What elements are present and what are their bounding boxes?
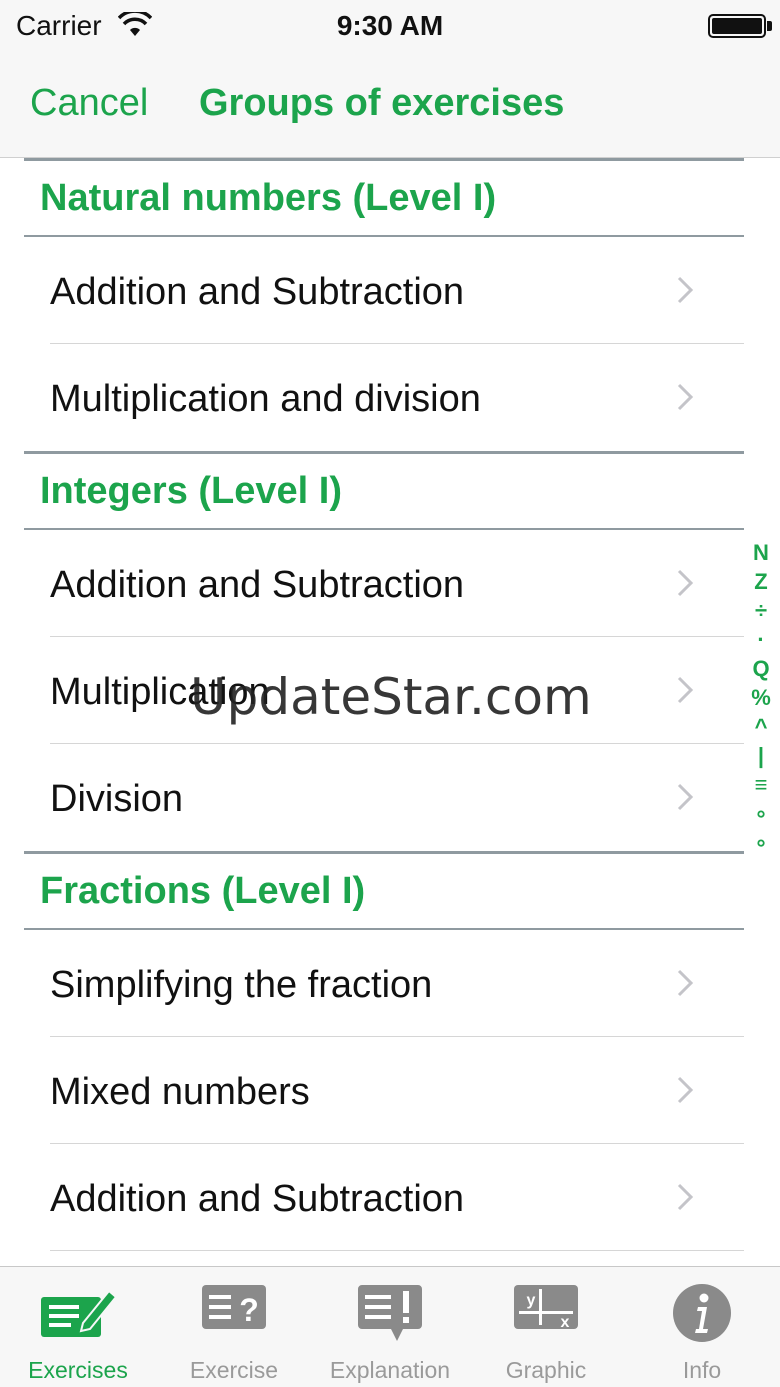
tab-label: Info bbox=[682, 1357, 722, 1383]
list-item[interactable]: Multiplication and division bbox=[24, 344, 744, 451]
chevron-right-icon bbox=[677, 1183, 694, 1211]
list-item-label: Addition and Subtraction bbox=[50, 271, 465, 313]
status-time: 9:30 AM bbox=[336, 10, 444, 41]
tab-exercise[interactable]: ? Exercise bbox=[156, 1267, 312, 1387]
tab-exercises[interactable]: Exercises bbox=[0, 1267, 156, 1387]
pencil-note-icon bbox=[41, 1289, 117, 1337]
status-bar: Carrier 9:30 AM bbox=[0, 0, 780, 54]
tab-label: Exercises bbox=[28, 1357, 128, 1383]
tab-label: Graphic bbox=[505, 1357, 587, 1383]
section-header: Integers (Level I) bbox=[24, 451, 744, 528]
list-item[interactable]: Simplifying the fraction bbox=[24, 930, 744, 1037]
index-item[interactable]: N bbox=[748, 540, 774, 569]
graph-axes-icon: y x bbox=[514, 1285, 578, 1331]
section-index[interactable]: N Z ÷ · Q % ^ | ≡ ∘ ∘ bbox=[748, 540, 774, 870]
list-item[interactable]: Multiplication bbox=[24, 637, 744, 744]
svg-text:?: ? bbox=[239, 1292, 259, 1328]
chevron-right-icon bbox=[677, 783, 694, 811]
info-icon bbox=[673, 1284, 731, 1342]
list-item-label: Simplifying the fraction bbox=[50, 964, 433, 1006]
chevron-right-icon bbox=[677, 383, 694, 411]
section-header: Natural numbers (Level I) bbox=[24, 158, 744, 235]
tab-label: Exercise bbox=[189, 1357, 279, 1383]
chevron-right-icon bbox=[677, 1076, 694, 1104]
index-item[interactable]: | bbox=[748, 743, 774, 772]
index-item[interactable]: ÷ bbox=[748, 598, 774, 627]
list-item[interactable]: Addition and Subtraction bbox=[24, 237, 744, 344]
chevron-right-icon bbox=[677, 969, 694, 997]
tab-info[interactable]: Info bbox=[624, 1267, 780, 1387]
section-header-label: Integers (Level I) bbox=[40, 470, 342, 512]
exercise-group-list[interactable]: Natural numbers (Level I) Addition and S… bbox=[0, 158, 780, 1266]
section-header: Fractions (Level I) bbox=[24, 851, 744, 928]
list-item[interactable]: Mixed numbers bbox=[24, 1037, 744, 1144]
tab-explanation[interactable]: Explanation bbox=[312, 1267, 468, 1387]
list-item-label: Addition and Subtraction bbox=[50, 564, 465, 606]
index-item[interactable]: ∘ bbox=[748, 801, 774, 830]
section-integers: Integers (Level I) Addition and Subtract… bbox=[0, 451, 780, 851]
section-header-label: Fractions (Level I) bbox=[40, 870, 366, 912]
list-item[interactable]: Division bbox=[24, 744, 744, 851]
svg-text:x: x bbox=[561, 1314, 570, 1331]
chevron-right-icon bbox=[677, 569, 694, 597]
battery-icon bbox=[708, 14, 766, 38]
list-item-label: Mixed numbers bbox=[50, 1071, 310, 1113]
exclamation-bubble-icon bbox=[358, 1285, 422, 1341]
list-item-label: Multiplication bbox=[50, 671, 270, 713]
index-item[interactable]: ∘ bbox=[748, 830, 774, 859]
list-item[interactable]: Addition and Subtraction bbox=[24, 530, 744, 637]
question-list-icon: ? bbox=[202, 1285, 266, 1329]
section-header-label: Natural numbers (Level I) bbox=[40, 177, 497, 219]
chevron-right-icon bbox=[677, 676, 694, 704]
index-item[interactable]: Q bbox=[748, 656, 774, 685]
battery-tip bbox=[767, 21, 772, 31]
index-item[interactable]: Z bbox=[748, 569, 774, 598]
index-item[interactable]: ≡ bbox=[748, 772, 774, 801]
list-item-label: Division bbox=[50, 778, 184, 820]
navigation-bar: Cancel Groups of exercises bbox=[0, 54, 780, 158]
section-fractions: Fractions (Level I) Simplifying the frac… bbox=[0, 851, 780, 1251]
chevron-right-icon bbox=[677, 276, 694, 304]
list-item-label: Multiplication and division bbox=[50, 378, 481, 420]
tab-label: Explanation bbox=[329, 1357, 451, 1383]
tab-graphic[interactable]: y x Graphic bbox=[468, 1267, 624, 1387]
list-item-label: Addition and Subtraction bbox=[50, 1178, 465, 1220]
index-item[interactable]: · bbox=[748, 627, 774, 656]
svg-text:y: y bbox=[527, 1292, 536, 1309]
page-title: Groups of exercises bbox=[199, 82, 565, 124]
section-natural-numbers: Natural numbers (Level I) Addition and S… bbox=[0, 158, 780, 451]
index-item[interactable]: % bbox=[748, 685, 774, 714]
list-item[interactable]: Addition and Subtraction bbox=[24, 1144, 744, 1251]
tab-bar: Exercises ? Exercise Explanation y x Gra… bbox=[0, 1266, 780, 1387]
cancel-button[interactable]: Cancel bbox=[30, 82, 148, 125]
index-item[interactable]: ^ bbox=[748, 714, 774, 743]
